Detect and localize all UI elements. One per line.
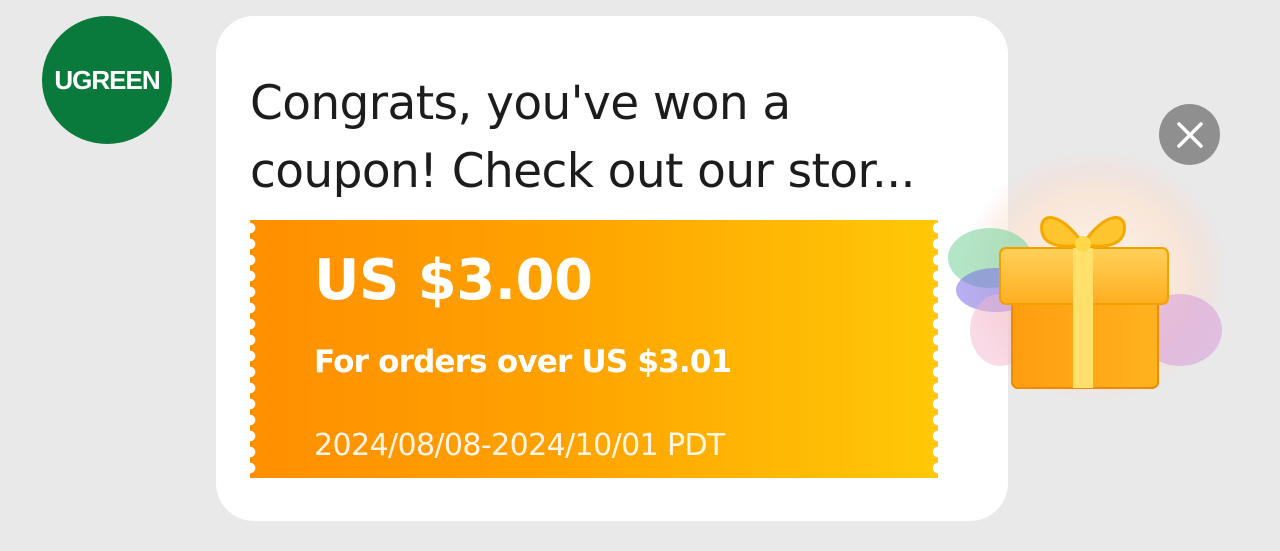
close-icon [1176, 121, 1203, 148]
close-button[interactable] [1159, 104, 1220, 165]
chat-popup-stage: UGREEN Congrats, you've won a coupon! Ch… [0, 0, 1280, 551]
gift-illustration [948, 148, 1230, 404]
gift-box-icon[interactable] [940, 140, 1260, 430]
coupon-message: Congrats, you've won a coupon! Check out… [250, 76, 915, 199]
coupon-left-notches [250, 220, 258, 478]
coupon-validity: 2024/08/08-2024/10/01 PDT [314, 428, 725, 463]
coupon-amount: US $3.00 [314, 248, 593, 313]
coupon-right-notches [930, 220, 938, 478]
coupon-ticket[interactable]: US $3.00 For orders over US $3.01 2024/0… [250, 220, 938, 478]
brand-avatar[interactable]: UGREEN [42, 16, 172, 144]
brand-logo-text: UGREEN [54, 64, 160, 95]
coupon-condition: For orders over US $3.01 [314, 344, 732, 380]
